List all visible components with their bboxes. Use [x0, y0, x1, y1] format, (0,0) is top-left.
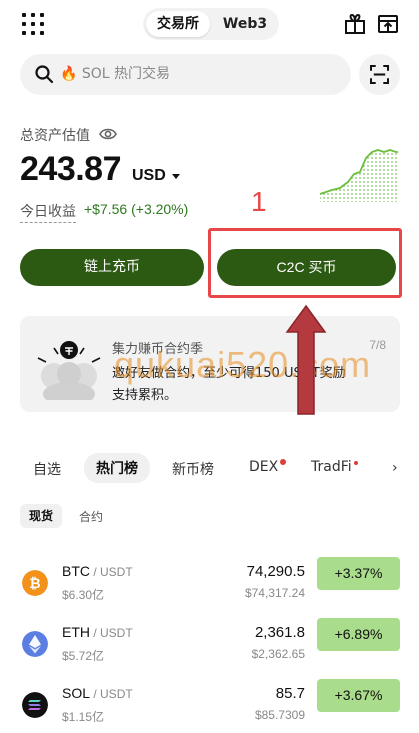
pair-text: / USDT	[90, 687, 133, 701]
currency-selector[interactable]: USD	[132, 167, 166, 185]
row-volume: $5.72亿	[62, 649, 105, 663]
balance-sparkline	[319, 149, 398, 202]
tab-tradfi[interactable]: TradFi	[311, 459, 352, 475]
subtab-spot[interactable]: 现货	[20, 504, 62, 528]
symbol-text: BTC	[62, 563, 90, 579]
tradfi-notification-dot	[354, 461, 358, 465]
symbol-text: ETH	[62, 624, 90, 640]
search-icon	[35, 65, 54, 84]
today-pnl-value: +$7.56 (+3.20%)	[84, 201, 189, 217]
row-change-badge[interactable]: +6.89%	[317, 618, 400, 651]
table-row[interactable]: ₿ BTC / USDT $6.30亿 74,290.5 $74,317.24 …	[0, 557, 419, 617]
mode-switch: 交易所 Web3	[143, 8, 279, 40]
subtab-futures[interactable]: 合约	[79, 508, 103, 525]
tab-dex[interactable]: DEX	[249, 459, 278, 475]
row-symbol: SOL / USDT	[62, 685, 133, 701]
total-assets-label: 总资产估值	[20, 128, 90, 144]
tab-new-listings[interactable]: 新币榜	[172, 459, 214, 479]
tab-favorites[interactable]: 自选	[33, 459, 61, 479]
solana-icon	[22, 692, 48, 718]
search-bar[interactable]: 🔥 SOL 热门交易	[20, 54, 351, 95]
caret-down-icon[interactable]	[172, 174, 180, 179]
eye-icon[interactable]	[99, 126, 117, 142]
table-row[interactable]: ETH / USDT $5.72亿 2,361.8 $2,362.65 +6.8…	[0, 618, 419, 678]
pair-text: / USDT	[90, 565, 133, 579]
tab-hot-list[interactable]: 热门榜	[84, 453, 150, 483]
deposit-inbox-icon[interactable]	[376, 12, 400, 36]
row-fiat-price: $2,362.65	[251, 647, 305, 661]
ethereum-icon	[22, 631, 48, 657]
row-change-badge[interactable]: +3.37%	[317, 557, 400, 590]
promo-page-indicator: 7/8	[369, 338, 386, 352]
search-placeholder: 🔥 SOL 热门交易	[60, 66, 171, 82]
total-assets-value: 243.87	[20, 150, 122, 188]
row-fiat-price: $74,317.24	[244, 586, 305, 600]
row-volume: $1.15亿	[62, 710, 105, 724]
row-symbol: BTC / USDT	[62, 563, 133, 579]
tab-web3[interactable]: Web3	[215, 11, 275, 37]
promo-illustration	[37, 341, 101, 400]
scan-button[interactable]	[359, 54, 400, 95]
bitcoin-icon: ₿	[22, 570, 48, 596]
scan-icon	[370, 65, 389, 84]
row-price: 85.7	[275, 685, 305, 702]
watermark-text: qukuai520.com	[114, 344, 372, 385]
promo-text-line-2: 支持累积。	[112, 388, 178, 403]
onchain-deposit-button[interactable]: 链上充币	[20, 249, 204, 286]
annotation-highlight-box	[208, 228, 402, 298]
row-volume: $6.30亿	[62, 588, 105, 602]
today-pnl-label[interactable]: 今日收益	[20, 201, 76, 223]
chevron-right-icon[interactable]: ›	[392, 460, 398, 476]
symbol-text: SOL	[62, 685, 91, 701]
tab-exchange[interactable]: 交易所	[146, 11, 210, 37]
app-menu-icon[interactable]	[22, 13, 44, 35]
annotation-arrow	[285, 304, 327, 415]
row-price: 2,361.8	[254, 624, 305, 641]
dex-notification-dot	[280, 459, 286, 465]
row-symbol: ETH / USDT	[62, 624, 133, 640]
annotation-number: 1	[251, 186, 267, 217]
row-price: 74,290.5	[246, 563, 305, 580]
svg-text:₿: ₿	[29, 575, 40, 591]
table-row[interactable]: SOL / USDT $1.15亿 85.7 $85.7309 +3.67%	[0, 679, 419, 733]
gift-icon[interactable]	[343, 12, 367, 36]
row-fiat-price: $85.7309	[254, 708, 305, 722]
row-change-badge[interactable]: +3.67%	[317, 679, 400, 712]
pair-text: / USDT	[90, 626, 133, 640]
